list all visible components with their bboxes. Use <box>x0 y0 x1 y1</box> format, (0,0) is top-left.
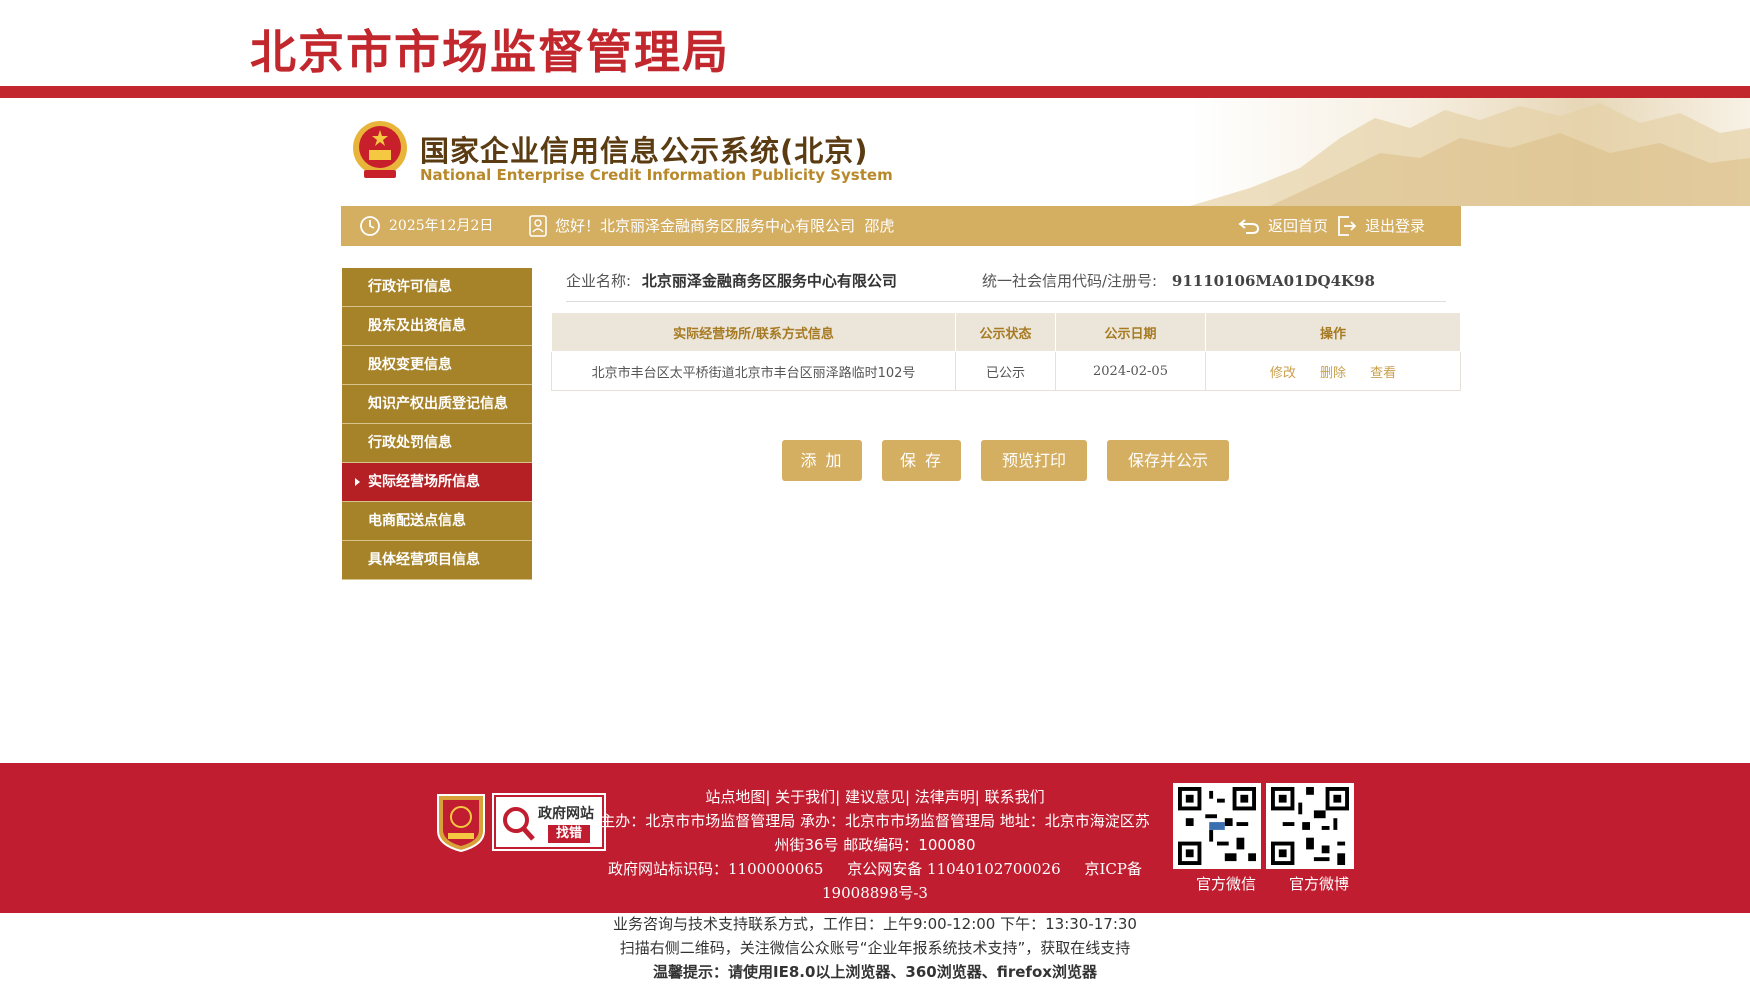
sidebar-item-label: 行政处罚信息 <box>368 435 452 451</box>
sidebar-item-label: 具体经营项目信息 <box>368 552 480 568</box>
system-subtitle: National Enterprise Credit Information P… <box>420 166 893 184</box>
brand-title: 北京市市场监督管理局 <box>250 25 730 79</box>
user-greeting: 您好！北京丽泽金融商务区服务中心有限公司 邵虎 <box>529 206 895 246</box>
sidebar-item-label: 实际经营场所信息 <box>368 474 480 490</box>
wechat-label: 官方微信 <box>1196 875 1257 893</box>
column-header-date: 公示日期 <box>1055 312 1206 352</box>
cell-actions: 修改 删除 查看 <box>1205 351 1461 391</box>
preview-print-button[interactable]: 预览打印 <box>981 440 1087 481</box>
sidebar-item-business-items[interactable]: 具体经营项目信息 <box>342 541 532 580</box>
footer-info: 站点地图| 关于我们| 建议意见| 法律声明| 联系我们 主办：北京市市场监督管… <box>600 785 1150 905</box>
brand-header: 北京市市场监督管理局 <box>0 0 1750 86</box>
scan-qr-hint: 扫描右侧二维码，关注微信公众账号“企业年报系统技术支持”，获取在线支持 <box>619 939 1131 957</box>
cell-status: 已公示 <box>955 351 1056 391</box>
sidebar-item-label: 电商配送点信息 <box>368 513 466 529</box>
mountain-decoration <box>1190 98 1750 206</box>
view-link[interactable]: 查看 <box>1370 366 1396 381</box>
sidebar-item-ecommerce-delivery[interactable]: 电商配送点信息 <box>342 502 532 541</box>
company-name-label: 企业名称: <box>566 272 632 290</box>
clock-icon <box>360 216 380 236</box>
support-info: 业务咨询与技术支持联系方式，工作日：上午9:00-12:00 下午：13:30-… <box>600 912 1150 984</box>
footer-links[interactable]: 站点地图| 关于我们| 建议意见| 法律声明| 联系我们 <box>600 785 1150 809</box>
logout-label: 退出登录 <box>1365 217 1426 235</box>
magnifier-icon <box>503 807 535 841</box>
logout-icon <box>1338 216 1357 236</box>
home-label: 返回首页 <box>1268 217 1329 235</box>
add-button[interactable]: 添 加 <box>782 440 862 481</box>
sidebar-nav: 行政许可信息 股东及出资信息 股权变更信息 知识产权出质登记信息 行政处罚信息 … <box>342 268 532 580</box>
sidebar-item-label: 行政许可信息 <box>368 279 452 295</box>
sidebar-item-business-premises[interactable]: 实际经营场所信息 <box>342 463 532 502</box>
current-date: 2025年12月2日 <box>389 218 494 234</box>
greeting-text: 您好！北京丽泽金融商务区服务中心有限公司 邵虎 <box>555 217 895 235</box>
weibo-label: 官方微博 <box>1289 875 1350 893</box>
gov-site-label: 政府网站 <box>538 806 594 822</box>
column-header-status: 公示状态 <box>955 312 1056 352</box>
home-link[interactable]: 返回首页 <box>1238 206 1328 246</box>
company-name-row: 企业名称: 北京丽泽金融商务区服务中心有限公司 <box>566 270 897 291</box>
find-error-label: 找错 <box>548 825 591 843</box>
wechat-qr-code <box>1173 783 1261 869</box>
browser-tip: 温馨提示：请使用IE8.0以上浏览器、360浏览器、firefox浏览器 <box>653 963 1097 981</box>
date-display: 2025年12月2日 <box>359 206 493 246</box>
user-card-icon <box>529 215 547 237</box>
logout-link[interactable]: 退出登录 <box>1337 206 1425 246</box>
table-header-row: 实际经营场所/联系方式信息 公示状态 公示日期 操作 <box>551 312 1461 352</box>
column-header-address: 实际经营场所/联系方式信息 <box>551 312 956 352</box>
return-icon <box>1238 219 1260 234</box>
save-button[interactable]: 保 存 <box>882 440 961 481</box>
sidebar-item-label: 知识产权出质登记信息 <box>368 396 508 412</box>
column-header-actions: 操作 <box>1205 312 1461 352</box>
weibo-qr-code <box>1266 783 1354 869</box>
save-publish-button[interactable]: 保存并公示 <box>1107 440 1229 481</box>
sidebar-item-admin-penalty[interactable]: 行政处罚信息 <box>342 424 532 463</box>
sidebar-item-equity-change[interactable]: 股权变更信息 <box>342 346 532 385</box>
table-row: 北京市丰台区太平桥街道北京市丰台区丽泽路临时102号 已公示 2024-02-0… <box>551 351 1461 391</box>
sidebar-item-ip-pledge[interactable]: 知识产权出质登记信息 <box>342 385 532 424</box>
sidebar-item-admin-license[interactable]: 行政许可信息 <box>342 268 532 307</box>
system-title: 国家企业信用信息公示系统(北京) <box>420 134 869 168</box>
status-bar: 2025年12月2日 您好！北京丽泽金融商务区服务中心有限公司 邵虎 返回首页 … <box>341 206 1461 246</box>
edit-link[interactable]: 修改 <box>1270 366 1296 381</box>
national-emblem-icon <box>350 120 410 182</box>
cell-address: 北京市丰台区太平桥街道北京市丰台区丽泽路临时102号 <box>551 351 956 391</box>
gov-site-error-report[interactable]: 政府网站 找错 <box>492 793 606 851</box>
credit-code-label: 统一社会信用代码/注册号: <box>982 272 1158 290</box>
delete-link[interactable]: 删除 <box>1320 366 1346 381</box>
company-name: 北京丽泽金融商务区服务中心有限公司 <box>641 272 897 290</box>
sidebar-item-label: 股权变更信息 <box>368 357 452 373</box>
support-hours: 业务咨询与技术支持联系方式，工作日：上午9:00-12:00 下午：13:30-… <box>613 915 1137 933</box>
credit-code-row: 统一社会信用代码/注册号: 91110106MA01DQ4K98 <box>982 270 1375 291</box>
system-header: 国家企业信用信息公示系统(北京) National Enterprise Cre… <box>0 98 1750 206</box>
party-organ-badge-icon[interactable] <box>434 791 488 853</box>
cell-date: 2024-02-05 <box>1055 351 1206 391</box>
footer: 政府网站 找错 站点地图| 关于我们| 建议意见| 法律声明| 联系我们 主办：… <box>0 763 1750 913</box>
footer-ids: 政府网站标识码：1100000065 京公网安备 11040102700026 … <box>608 860 1142 902</box>
premises-table: 实际经营场所/联系方式信息 公示状态 公示日期 操作 北京市丰台区太平桥街道北京… <box>551 312 1461 391</box>
credit-code: 91110106MA01DQ4K98 <box>1171 272 1375 290</box>
company-info: 企业名称: 北京丽泽金融商务区服务中心有限公司 统一社会信用代码/注册号: 91… <box>566 268 1446 302</box>
brand-divider <box>0 86 1750 98</box>
sidebar-item-label: 股东及出资信息 <box>368 318 466 334</box>
footer-host: 主办：北京市市场监督管理局 承办：北京市市场监督管理局 地址：北京市海淀区苏州街… <box>600 812 1150 854</box>
sidebar-item-shareholders[interactable]: 股东及出资信息 <box>342 307 532 346</box>
